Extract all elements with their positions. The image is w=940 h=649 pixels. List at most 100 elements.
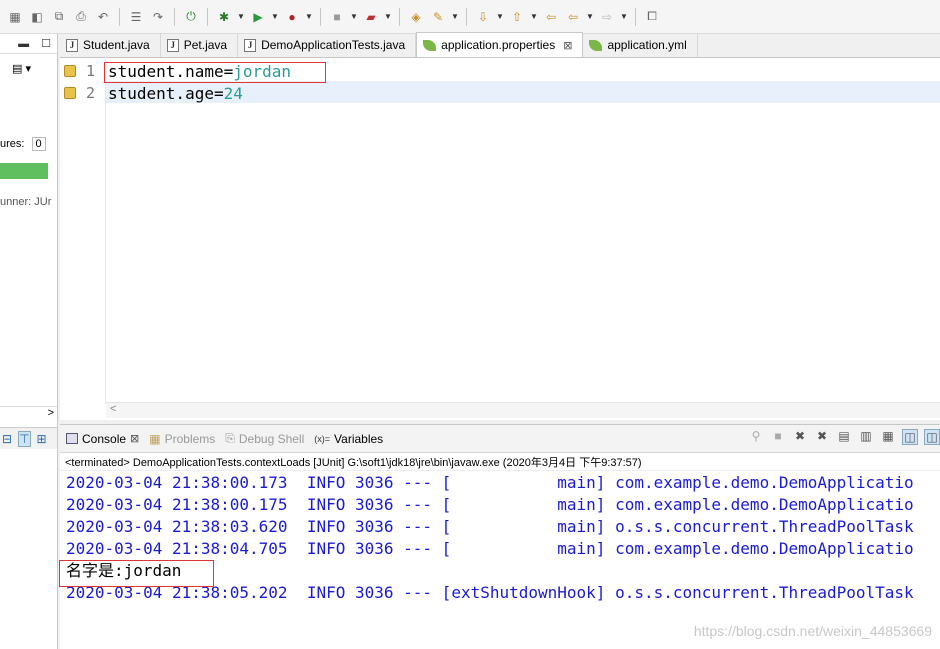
open-task-icon[interactable]: ◈ bbox=[407, 8, 425, 26]
new-icon[interactable]: ▦ bbox=[6, 8, 24, 26]
external-tools-dropdown-icon[interactable]: ▼ bbox=[384, 12, 392, 21]
editor-horizontal-scrollbar[interactable]: < bbox=[106, 402, 940, 418]
editor-tabs: J Student.java J Pet.java J DemoApplicat… bbox=[60, 32, 940, 58]
line-gutter bbox=[60, 59, 106, 404]
tab-label: DemoApplicationTests.java bbox=[261, 38, 406, 52]
terminate-icon[interactable]: ■ bbox=[770, 429, 786, 445]
filter-icon[interactable]: ⊤ bbox=[18, 430, 31, 447]
remove-launch-icon[interactable]: ✖ bbox=[792, 429, 808, 445]
stop-dropdown-icon[interactable]: ▼ bbox=[350, 12, 358, 21]
tab-debug-shell[interactable]: ⎘ Debug Shell bbox=[225, 431, 304, 446]
save-all-icon[interactable]: ⧉ bbox=[50, 8, 68, 26]
maximize-icon[interactable]: ☐ bbox=[41, 37, 51, 50]
collapse-icon[interactable]: ⊟ bbox=[2, 432, 12, 446]
tab-label: Debug Shell bbox=[238, 431, 305, 446]
open-type-icon[interactable]: ☰ bbox=[127, 8, 145, 26]
minimize-icon[interactable]: ▬ bbox=[18, 38, 29, 50]
last-edit-icon[interactable]: ⇦ bbox=[542, 8, 560, 26]
coverage-icon[interactable]: ● bbox=[283, 8, 301, 26]
stop-icon[interactable]: ■ bbox=[328, 8, 346, 26]
skip-breakpoints-icon[interactable]: ⏻ bbox=[182, 8, 200, 26]
junit-panel: ▬ ☐ ▤ ▾ ures: 0 unner: JUr > ⊟ ⊤ ⊞ bbox=[0, 34, 58, 649]
layout-icon[interactable]: ⊞ bbox=[37, 432, 47, 446]
java-file-icon: J bbox=[66, 38, 78, 52]
tab-label: Pet.java bbox=[183, 38, 228, 52]
close-icon[interactable]: ⊠ bbox=[130, 432, 139, 445]
toolbar-divider bbox=[174, 7, 175, 26]
failures-row: ures: 0 bbox=[0, 137, 46, 151]
warning-marker-icon bbox=[64, 87, 76, 99]
pin-icon[interactable]: ⚲ bbox=[748, 429, 764, 445]
clear-console-icon[interactable]: ▤ bbox=[836, 429, 852, 445]
annotation-box bbox=[59, 560, 214, 587]
warning-marker-icon bbox=[64, 65, 76, 77]
editor-area: J Student.java J Pet.java J DemoApplicat… bbox=[60, 32, 940, 420]
debug-icon[interactable]: ✱ bbox=[215, 8, 233, 26]
display-console-icon[interactable]: ◫ bbox=[924, 429, 940, 445]
external-tools-icon[interactable]: ▰ bbox=[362, 8, 380, 26]
horizontal-scroll-right[interactable]: > bbox=[0, 406, 57, 422]
forward-icon[interactable]: ⇨ bbox=[598, 8, 616, 26]
property-equals: = bbox=[213, 83, 224, 103]
console-panel: Console ⊠ ▦ Problems ⎘ Debug Shell (x)= … bbox=[59, 424, 940, 649]
prev-annotation-icon[interactable]: ⇧ bbox=[508, 8, 526, 26]
console-toolbar: ⚲ ■ ✖ ✖ ▤ ▥ ▦ ◫ ◫ bbox=[748, 429, 940, 445]
code-text[interactable]: student.age=24 bbox=[108, 84, 243, 103]
history-icon[interactable]: ▤ ▾ bbox=[12, 62, 31, 75]
tab-label: Student.java bbox=[83, 38, 150, 52]
print-icon[interactable]: ⎙ bbox=[72, 8, 90, 26]
next-annotation-dropdown-icon[interactable]: ▼ bbox=[496, 12, 504, 21]
log-line: 2020-03-04 21:38:00.173 INFO 3036 --- [ … bbox=[66, 473, 914, 492]
toolbar-divider bbox=[119, 7, 120, 26]
back-dropdown-icon[interactable]: ▼ bbox=[586, 12, 594, 21]
line-number: 1 bbox=[86, 62, 96, 80]
java-file-icon: J bbox=[166, 38, 179, 52]
debug-shell-icon: ⎘ bbox=[225, 431, 235, 445]
show-console-icon[interactable]: ◫ bbox=[902, 429, 918, 445]
redo-icon[interactable]: ↷ bbox=[149, 8, 167, 26]
coverage-dropdown-icon[interactable]: ▼ bbox=[305, 12, 313, 21]
next-annotation-icon[interactable]: ⇩ bbox=[474, 8, 492, 26]
debug-dropdown-icon[interactable]: ▼ bbox=[237, 12, 245, 21]
failures-label: ures: bbox=[0, 138, 25, 150]
open-perspective-icon[interactable]: ⧠ bbox=[643, 8, 661, 26]
search-dropdown-icon[interactable]: ▼ bbox=[451, 12, 459, 21]
toolbar-divider bbox=[207, 7, 208, 26]
toolbar-divider bbox=[320, 7, 321, 26]
close-icon[interactable]: ⊠ bbox=[563, 39, 572, 52]
back-icon[interactable]: ⇦ bbox=[564, 8, 582, 26]
failures-count: 0 bbox=[31, 137, 46, 151]
tab-label: Variables bbox=[334, 431, 384, 446]
scroll-lock-icon[interactable]: ▥ bbox=[858, 429, 874, 445]
tab-problems[interactable]: ▦ Problems bbox=[149, 432, 215, 446]
log-line: 2020-03-04 21:38:03.620 INFO 3036 --- [ … bbox=[66, 517, 914, 536]
property-value: 24 bbox=[223, 83, 243, 103]
search-icon[interactable]: ✎ bbox=[429, 8, 447, 26]
problems-icon: ▦ bbox=[149, 431, 161, 446]
tab-label: application.properties bbox=[441, 38, 556, 52]
forward-dropdown-icon[interactable]: ▼ bbox=[620, 12, 628, 21]
junit-panel-header: ▬ ☐ bbox=[0, 34, 57, 54]
log-line: 2020-03-04 21:38:04.705 INFO 3036 --- [ … bbox=[66, 539, 914, 558]
java-file-icon: J bbox=[244, 38, 257, 52]
tab-application-yml[interactable]: application.yml bbox=[583, 33, 698, 57]
remove-all-icon[interactable]: ✖ bbox=[814, 429, 830, 445]
tab-pet-java[interactable]: J Pet.java bbox=[161, 33, 239, 57]
toolbar-divider bbox=[399, 7, 400, 26]
progress-bar bbox=[0, 163, 48, 179]
tab-console[interactable]: Console ⊠ bbox=[66, 432, 139, 446]
line-number: 2 bbox=[86, 84, 96, 102]
run-icon[interactable]: ▶ bbox=[249, 8, 267, 26]
leaf-icon bbox=[589, 39, 603, 51]
word-wrap-icon[interactable]: ▦ bbox=[880, 429, 896, 445]
tab-student-java[interactable]: J Student.java bbox=[60, 33, 161, 57]
prev-annotation-dropdown-icon[interactable]: ▼ bbox=[530, 12, 538, 21]
undo-icon[interactable]: ↶ bbox=[94, 8, 112, 26]
tab-variables[interactable]: (x)= Variables bbox=[314, 432, 383, 446]
tab-demoapplicationtests-java[interactable]: J DemoApplicationTests.java bbox=[238, 33, 417, 57]
console-icon bbox=[66, 433, 78, 444]
tab-application-properties[interactable]: application.properties ⊠ bbox=[416, 32, 584, 57]
save-icon[interactable]: ◧ bbox=[28, 8, 46, 26]
code-line-2[interactable]: 2 student.age=24 bbox=[60, 82, 940, 104]
run-dropdown-icon[interactable]: ▼ bbox=[271, 12, 279, 21]
